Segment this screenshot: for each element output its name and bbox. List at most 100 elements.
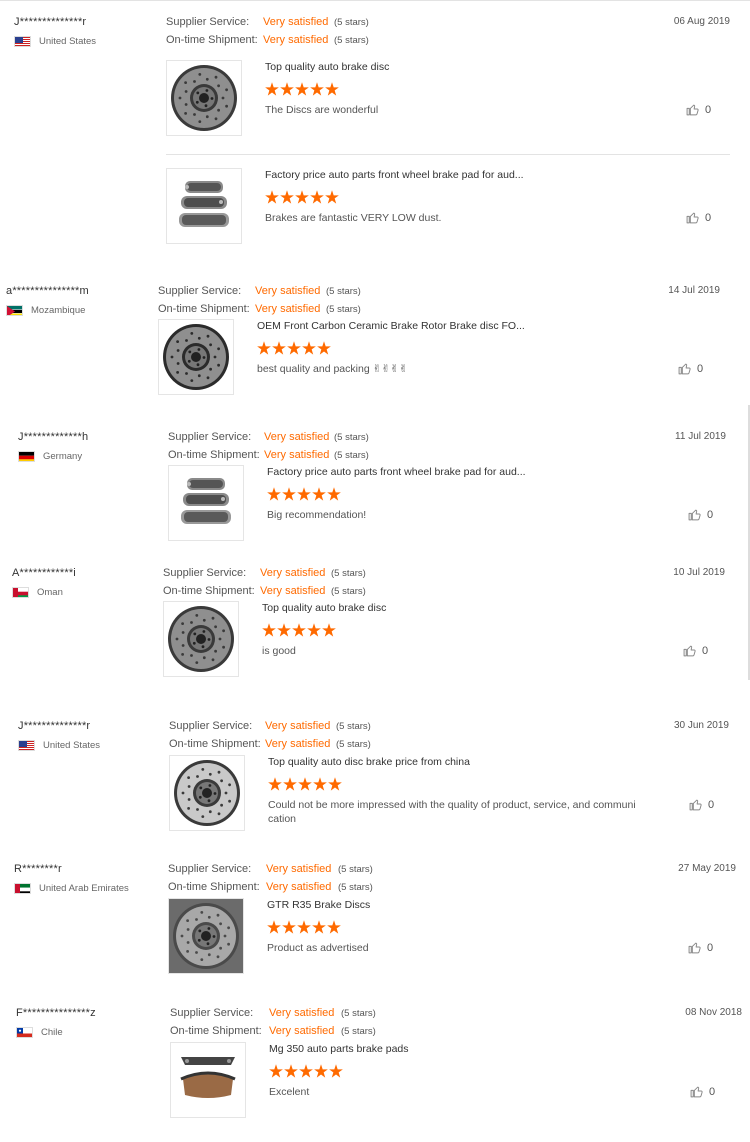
buyer-name: J**************r bbox=[14, 16, 87, 28]
product-title-link[interactable]: Top quality auto disc brake price from c… bbox=[268, 756, 470, 768]
star-icon bbox=[317, 341, 331, 355]
product-image[interactable] bbox=[166, 60, 242, 136]
product-rating-stars bbox=[269, 1064, 343, 1078]
country-flag-icon bbox=[14, 883, 31, 894]
like-count: 0 bbox=[705, 211, 712, 224]
product-title-link[interactable]: OEM Front Carbon Ceramic Brake Rotor Bra… bbox=[257, 320, 525, 332]
thumbs-up-icon bbox=[686, 211, 705, 224]
ontime-shipment-rating: On-time Shipment: Very satisfied (5 stars) bbox=[168, 881, 373, 893]
supplier-service-rating: Supplier Service: Very satisfied (5 stars) bbox=[170, 1007, 376, 1019]
star-icon bbox=[267, 487, 281, 501]
like-count: 0 bbox=[709, 1085, 716, 1098]
star-icon bbox=[295, 190, 309, 204]
helpful-like-button[interactable]: 0 bbox=[689, 798, 714, 811]
product-rating-stars bbox=[268, 777, 342, 791]
supplier-service-stars: (5 stars) bbox=[341, 1008, 376, 1019]
buyer-country: United States bbox=[14, 36, 96, 47]
buyer-name: F***************z bbox=[16, 1007, 96, 1019]
helpful-like-button[interactable]: 0 bbox=[678, 362, 703, 375]
ontime-shipment-label: On-time Shipment: bbox=[166, 34, 258, 46]
buyer-name: a***************m bbox=[6, 285, 89, 297]
ontime-shipment-rating: On-time Shipment: Very satisfied (5 stars) bbox=[163, 585, 366, 597]
review-date: 08 Nov 2018 bbox=[685, 1007, 742, 1018]
like-count: 0 bbox=[697, 362, 704, 375]
product-title-link[interactable]: Factory price auto parts front wheel bra… bbox=[265, 169, 524, 181]
product-image[interactable] bbox=[158, 319, 234, 395]
supplier-service-label: Supplier Service: bbox=[168, 431, 252, 443]
product-image[interactable] bbox=[169, 755, 245, 831]
buyer-country: Germany bbox=[18, 451, 82, 462]
review-date: 11 Jul 2019 bbox=[675, 431, 726, 442]
review-comment: Product as advertised bbox=[267, 942, 369, 954]
star-icon bbox=[297, 487, 311, 501]
country-name: Chile bbox=[41, 1027, 63, 1038]
product-image[interactable] bbox=[163, 601, 239, 677]
ontime-shipment-value: Very satisfied bbox=[255, 303, 321, 315]
star-icon bbox=[312, 487, 326, 501]
star-icon bbox=[325, 190, 339, 204]
ontime-shipment-value: Very satisfied bbox=[263, 34, 329, 46]
buyer-country: Oman bbox=[12, 587, 63, 598]
helpful-like-button[interactable]: 0 bbox=[683, 644, 708, 657]
ontime-shipment-rating: On-time Shipment: Very satisfied (5 stars) bbox=[169, 738, 371, 750]
supplier-service-label: Supplier Service: bbox=[169, 720, 253, 732]
country-flag-icon bbox=[18, 740, 35, 751]
product-title-link[interactable]: GTR R35 Brake Discs bbox=[267, 899, 370, 911]
helpful-like-button[interactable]: 0 bbox=[686, 103, 711, 116]
star-icon bbox=[280, 190, 294, 204]
review-comment: Brakes are fantastic VERY LOW dust. bbox=[265, 212, 442, 224]
buyer-name: R********r bbox=[14, 863, 62, 875]
supplier-service-label: Supplier Service: bbox=[168, 863, 252, 875]
review-date: 10 Jul 2019 bbox=[673, 567, 725, 578]
supplier-service-rating: Supplier Service: Very satisfied (5 stars) bbox=[166, 16, 369, 28]
thumbs-up-icon bbox=[678, 362, 697, 375]
star-icon bbox=[280, 82, 294, 96]
star-icon bbox=[327, 487, 341, 501]
country-name: United States bbox=[43, 740, 101, 751]
product-rating-stars bbox=[257, 341, 331, 355]
helpful-like-button[interactable]: 0 bbox=[688, 508, 713, 521]
star-icon bbox=[295, 82, 309, 96]
like-count: 0 bbox=[707, 508, 714, 521]
product-title-link[interactable]: Top quality auto brake disc bbox=[265, 61, 389, 73]
buyer-name: J**************r bbox=[18, 720, 91, 732]
star-icon bbox=[268, 777, 282, 791]
supplier-service-label: Supplier Service: bbox=[158, 285, 242, 297]
star-icon bbox=[327, 920, 341, 934]
country-flag-icon bbox=[6, 305, 23, 316]
buyer-name: A************i bbox=[12, 567, 76, 579]
star-icon bbox=[312, 920, 326, 934]
product-image[interactable] bbox=[168, 898, 244, 974]
review-comment: Big recommendation! bbox=[267, 509, 367, 521]
product-title-link[interactable]: Mg 350 auto parts brake pads bbox=[269, 1043, 409, 1055]
country-name: United States bbox=[39, 36, 97, 47]
helpful-like-button[interactable]: 0 bbox=[690, 1085, 715, 1098]
supplier-service-label: Supplier Service: bbox=[166, 16, 250, 28]
buyer-country: Chile bbox=[16, 1027, 63, 1038]
supplier-service-value: Very satisfied bbox=[260, 567, 326, 579]
star-icon bbox=[292, 623, 306, 637]
helpful-like-button[interactable]: 0 bbox=[686, 211, 711, 224]
review-comment: The Discs are wonderful bbox=[265, 104, 379, 116]
star-icon bbox=[282, 487, 296, 501]
product-image[interactable] bbox=[166, 168, 242, 244]
supplier-service-label: Supplier Service: bbox=[163, 567, 247, 579]
star-icon bbox=[322, 623, 336, 637]
supplier-service-label: Supplier Service: bbox=[170, 1007, 254, 1019]
ontime-shipment-label: On-time Shipment: bbox=[168, 881, 260, 893]
product-title-link[interactable]: Top quality auto brake disc bbox=[262, 602, 386, 614]
product-title-link[interactable]: Factory price auto parts front wheel bra… bbox=[267, 466, 526, 478]
supplier-service-stars: (5 stars) bbox=[326, 286, 361, 297]
product-image[interactable] bbox=[170, 1042, 246, 1118]
review-date: 27 May 2019 bbox=[678, 863, 736, 874]
helpful-like-button[interactable]: 0 bbox=[688, 941, 713, 954]
star-icon bbox=[313, 777, 327, 791]
star-icon bbox=[284, 1064, 298, 1078]
star-icon bbox=[257, 341, 271, 355]
ontime-shipment-stars: (5 stars) bbox=[326, 304, 361, 315]
thumbs-up-icon bbox=[683, 644, 702, 657]
like-count: 0 bbox=[707, 941, 714, 954]
review-comment: is good bbox=[262, 645, 296, 657]
country-name: Mozambique bbox=[31, 305, 86, 316]
product-image[interactable] bbox=[168, 465, 244, 541]
